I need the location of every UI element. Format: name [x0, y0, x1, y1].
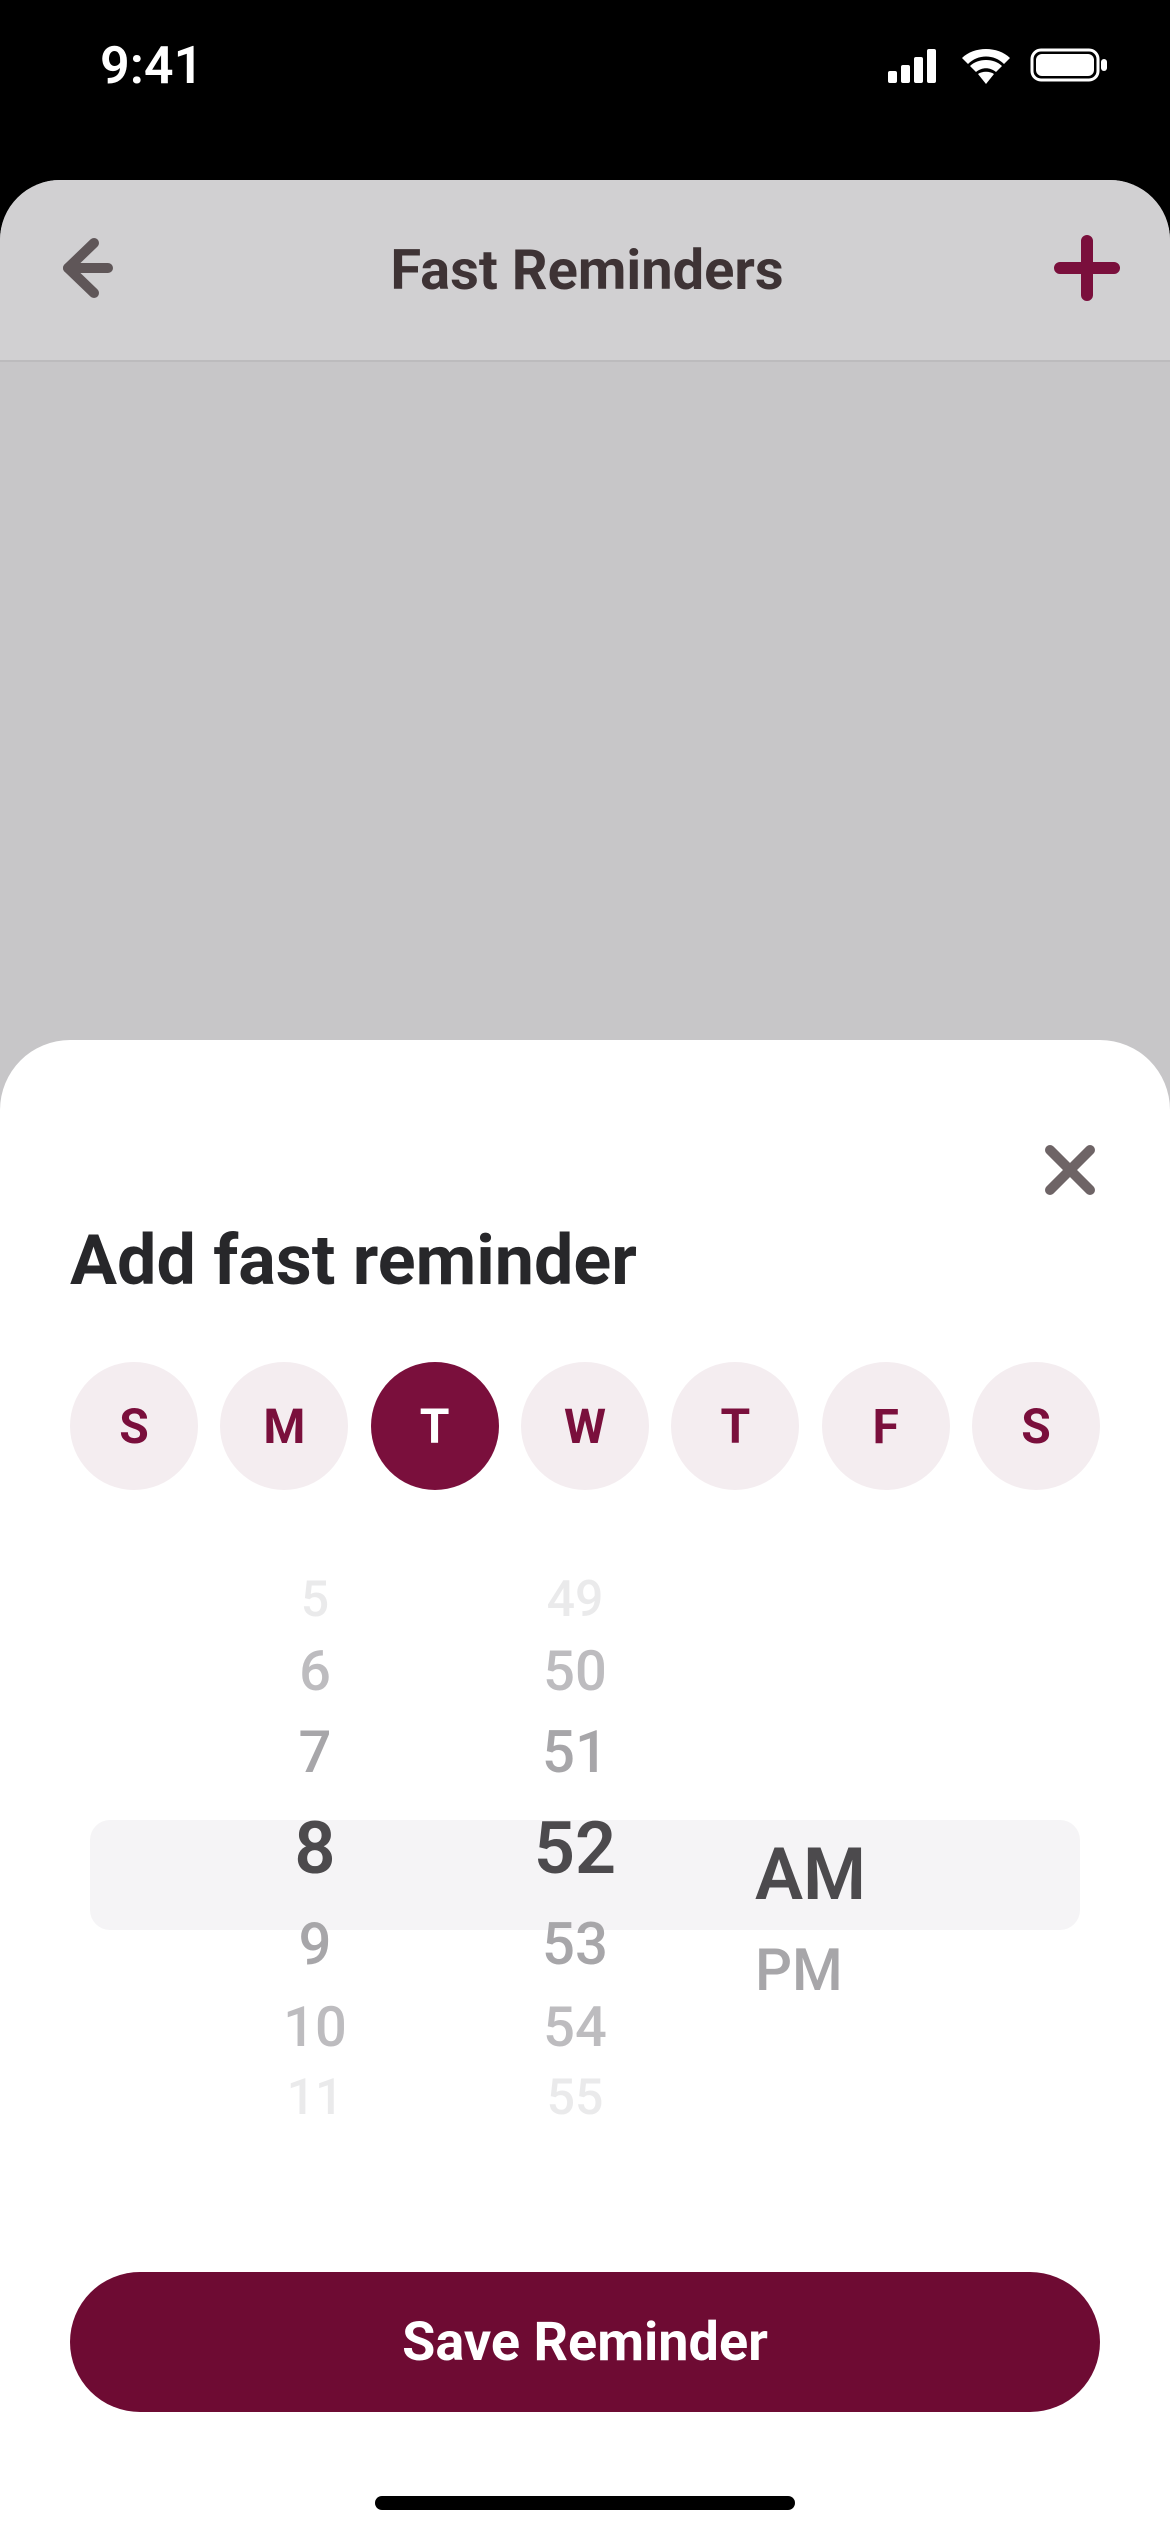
day-chip-sun[interactable]: S	[70, 1362, 198, 1490]
day-label: M	[263, 1398, 305, 1455]
page-title: Fast Reminders	[390, 237, 783, 303]
days-row: S M T W T F S	[70, 1362, 1100, 1490]
period-option-selected[interactable]: AM	[745, 1820, 945, 1930]
minute-option[interactable]: 51	[485, 1712, 665, 1794]
minute-option[interactable]: 49	[485, 1570, 665, 1630]
cellular-signal-icon	[888, 47, 942, 83]
hour-option[interactable]: 5	[225, 1570, 405, 1630]
day-label: F	[872, 1398, 898, 1455]
hour-picker-column[interactable]: 5 6 7 8 9 10 11	[225, 1570, 405, 2170]
minute-option[interactable]: 54	[485, 1986, 665, 2068]
hour-option[interactable]: 10	[225, 1986, 405, 2068]
battery-icon	[1030, 46, 1110, 84]
add-icon[interactable]	[1054, 235, 1120, 305]
minute-option[interactable]: 50	[485, 1630, 665, 1712]
day-chip-sat[interactable]: S	[972, 1362, 1100, 1490]
status-icons	[888, 46, 1110, 84]
time-picker[interactable]: 5 6 7 8 9 10 11 49 50 51 52 53 54 55	[70, 1570, 1100, 2170]
home-indicator[interactable]	[375, 2496, 795, 2510]
hour-option[interactable]: 9	[225, 1904, 405, 1986]
period-option[interactable]: PM	[745, 1930, 945, 2012]
status-time: 9:41	[100, 35, 203, 96]
day-label: S	[1021, 1398, 1051, 1455]
background-header: Fast Reminders	[0, 180, 1170, 360]
day-label: S	[119, 1398, 149, 1455]
wifi-icon	[960, 46, 1012, 84]
save-reminder-button[interactable]: Save Reminder	[70, 2272, 1100, 2412]
modal-title: Add fast reminder	[70, 1220, 1100, 1302]
save-button-label: Save Reminder	[402, 2311, 768, 2374]
minute-option[interactable]: 53	[485, 1904, 665, 1986]
day-chip-fri[interactable]: F	[822, 1362, 950, 1490]
add-reminder-modal: Add fast reminder S M T W T F S 5 6 7 8 …	[0, 1040, 1170, 2532]
minute-option[interactable]: 55	[485, 2068, 665, 2128]
hour-option[interactable]: 7	[225, 1712, 405, 1794]
hour-option[interactable]: 11	[225, 2068, 405, 2128]
status-bar: 9:41	[0, 0, 1170, 130]
day-chip-tue[interactable]: T	[371, 1362, 499, 1490]
hour-option-selected[interactable]: 8	[225, 1794, 405, 1904]
period-picker-column[interactable]: AM PM	[745, 1570, 945, 2170]
day-chip-mon[interactable]: M	[220, 1362, 348, 1490]
hour-option[interactable]: 6	[225, 1630, 405, 1712]
day-label: T	[420, 1398, 450, 1455]
minute-picker-column[interactable]: 49 50 51 52 53 54 55	[485, 1570, 665, 2170]
close-icon[interactable]	[1040, 1140, 1100, 1204]
back-arrow-icon[interactable]	[50, 233, 120, 307]
day-chip-wed[interactable]: W	[521, 1362, 649, 1490]
day-chip-thu[interactable]: T	[671, 1362, 799, 1490]
day-label: T	[720, 1398, 750, 1455]
day-label: W	[564, 1398, 606, 1455]
minute-option-selected[interactable]: 52	[485, 1794, 665, 1904]
